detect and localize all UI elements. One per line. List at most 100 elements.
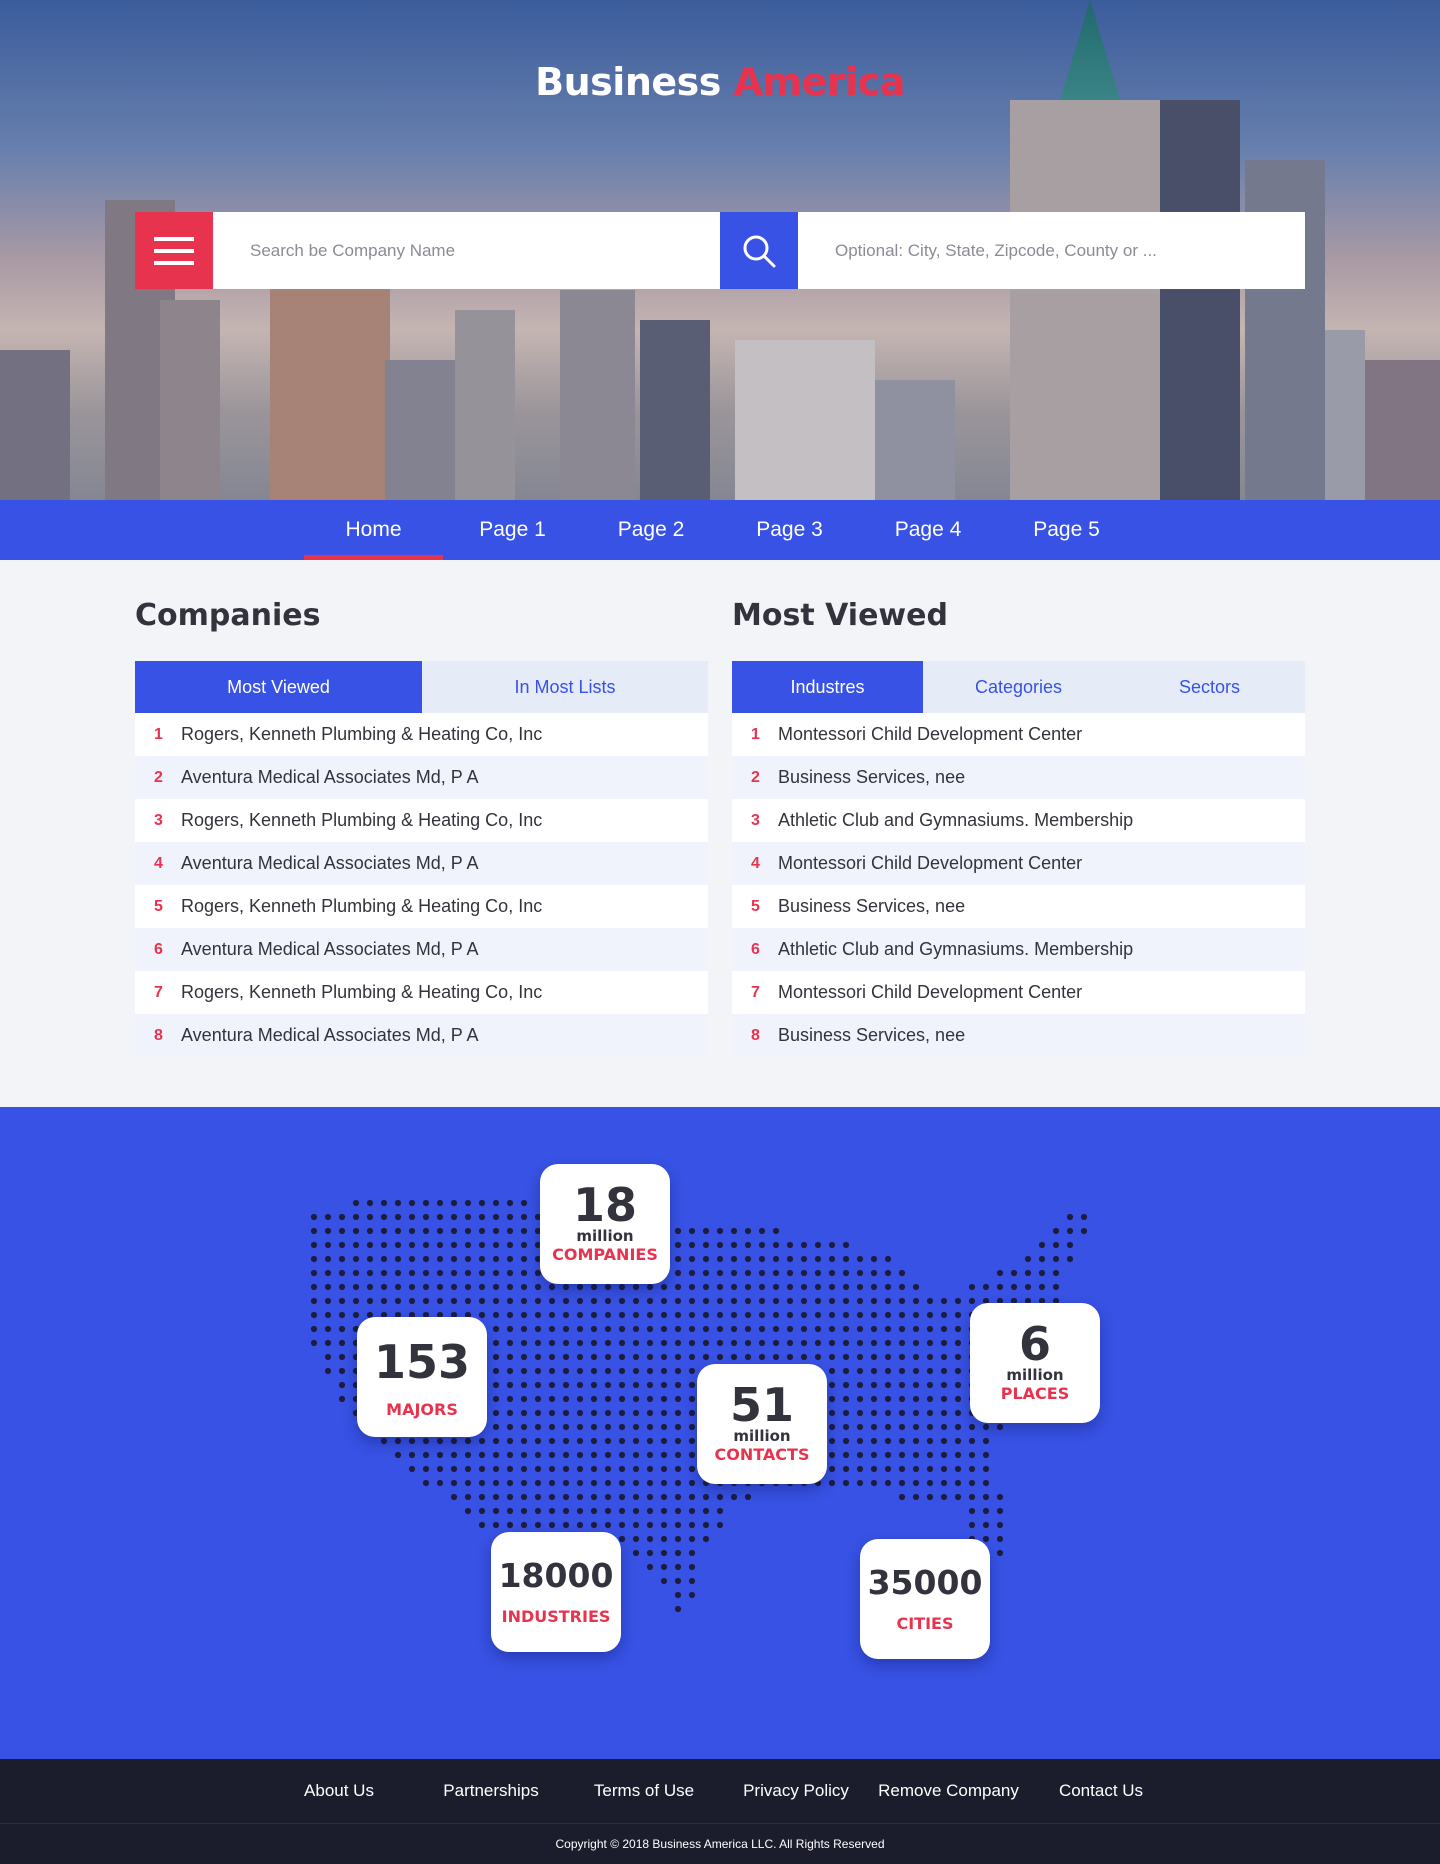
map-dot	[646, 1325, 654, 1333]
footer-link-about-us[interactable]: About Us	[283, 1759, 395, 1823]
map-dot	[870, 1255, 878, 1263]
map-dot	[912, 1451, 920, 1459]
map-dot	[926, 1339, 934, 1347]
list-item[interactable]: 6 Aventura Medical Associates Md, P A	[135, 928, 708, 971]
map-dot	[520, 1465, 528, 1473]
list-item[interactable]: 1 Montessori Child Development Center	[732, 713, 1305, 756]
map-dot	[968, 1493, 976, 1501]
tab-industres[interactable]: Industres	[732, 661, 923, 713]
map-dot	[982, 1465, 990, 1473]
map-dot	[954, 1297, 962, 1305]
map-dot	[534, 1521, 542, 1529]
map-dot	[534, 1395, 542, 1403]
company-search-input[interactable]	[213, 212, 720, 289]
list-item[interactable]: 7 Rogers, Kenneth Plumbing & Heating Co, …	[135, 971, 708, 1014]
map-dot	[534, 1423, 542, 1431]
tab-in-most-lists[interactable]: In Most Lists	[422, 661, 708, 713]
map-dot	[534, 1353, 542, 1361]
list-item[interactable]: 2 Business Services, nee	[732, 756, 1305, 799]
map-dot	[856, 1325, 864, 1333]
map-dot	[730, 1353, 738, 1361]
map-dot	[660, 1451, 668, 1459]
map-dot	[870, 1367, 878, 1375]
map-dot	[968, 1297, 976, 1305]
nav-item-page-2[interactable]: Page 2	[582, 500, 720, 560]
footer-link-partnerships[interactable]: Partnerships	[421, 1759, 561, 1823]
map-dot	[618, 1451, 626, 1459]
map-dot	[632, 1423, 640, 1431]
list-item[interactable]: 8 Aventura Medical Associates Md, P A	[135, 1014, 708, 1057]
map-dot	[576, 1353, 584, 1361]
map-dot	[842, 1437, 850, 1445]
map-dot	[968, 1437, 976, 1445]
map-dot	[436, 1255, 444, 1263]
map-dot	[478, 1479, 486, 1487]
map-dot	[380, 1269, 388, 1277]
menu-button[interactable]	[135, 212, 213, 289]
map-dot	[492, 1199, 500, 1207]
most-viewed-list: 1 Montessori Child Development Center 2 Bus…	[732, 713, 1305, 1057]
map-dot	[436, 1465, 444, 1473]
list-item-name: Rogers, Kenneth Plumbing & Heating Co, I…	[181, 810, 543, 830]
search-button[interactable]	[720, 212, 798, 289]
tab-most-viewed[interactable]: Most Viewed	[135, 661, 422, 713]
map-dot	[688, 1241, 696, 1249]
map-dot	[912, 1339, 920, 1347]
map-dot	[590, 1479, 598, 1487]
map-dot	[534, 1367, 542, 1375]
map-dot	[716, 1269, 724, 1277]
nav-item-page-5[interactable]: Page 5	[997, 500, 1136, 560]
map-dot	[856, 1465, 864, 1473]
map-dot	[408, 1255, 416, 1263]
footer-link-contact-us[interactable]: Contact Us	[1046, 1759, 1156, 1823]
map-dot	[940, 1297, 948, 1305]
map-dot	[842, 1381, 850, 1389]
map-dot	[688, 1479, 696, 1487]
map-dot	[394, 1199, 402, 1207]
list-item[interactable]: 6 Athletic Club and Gymnasiums. Membershi…	[732, 928, 1305, 971]
footer-link-remove-company[interactable]: Remove Company	[866, 1759, 1031, 1823]
nav-item-page-1[interactable]: Page 1	[443, 500, 582, 560]
map-dot	[870, 1381, 878, 1389]
list-item-name: Montessori Child Development Center	[778, 982, 1083, 1002]
map-dot	[380, 1437, 388, 1445]
map-dot	[758, 1255, 766, 1263]
map-dot	[660, 1535, 668, 1543]
map-dot	[688, 1451, 696, 1459]
tab-sectors[interactable]: Sectors	[1114, 661, 1305, 713]
nav-item-page-4[interactable]: Page 4	[859, 500, 997, 560]
nav-item-page-3[interactable]: Page 3	[720, 500, 859, 560]
map-dot	[590, 1395, 598, 1403]
list-item[interactable]: 4 Aventura Medical Associates Md, P A	[135, 842, 708, 885]
list-item[interactable]: 2 Aventura Medical Associates Md, P A	[135, 756, 708, 799]
map-dot	[772, 1353, 780, 1361]
map-dot	[590, 1465, 598, 1473]
map-dot	[520, 1311, 528, 1319]
tab-categories[interactable]: Categories	[923, 661, 1114, 713]
map-dot	[338, 1311, 346, 1319]
list-item[interactable]: 3 Rogers, Kenneth Plumbing & Heating Co, …	[135, 799, 708, 842]
map-dot	[548, 1297, 556, 1305]
map-dot	[646, 1423, 654, 1431]
list-item[interactable]: 5 Rogers, Kenneth Plumbing & Heating Co, …	[135, 885, 708, 928]
list-item[interactable]: 8 Business Services, nee	[732, 1014, 1305, 1057]
list-item[interactable]: 1 Rogers, Kenneth Plumbing & Heating Co, …	[135, 713, 708, 756]
stat-unit: million	[576, 1227, 634, 1245]
map-dot	[660, 1507, 668, 1515]
footer-link-privacy-policy[interactable]: Privacy Policy	[731, 1759, 861, 1823]
location-search-input[interactable]	[798, 212, 1305, 289]
map-dot	[884, 1465, 892, 1473]
footer-link-terms-of-use[interactable]: Terms of Use	[580, 1759, 708, 1823]
list-item[interactable]: 4 Montessori Child Development Center	[732, 842, 1305, 885]
list-item-rank: 4	[154, 854, 163, 872]
map-dot	[366, 1227, 374, 1235]
list-item[interactable]: 3 Athletic Club and Gymnasiums. Membershi…	[732, 799, 1305, 842]
list-item[interactable]: 5 Business Services, nee	[732, 885, 1305, 928]
nav-item-home[interactable]: Home	[304, 500, 443, 560]
list-item[interactable]: 7 Montessori Child Development Center	[732, 971, 1305, 1014]
map-dot	[716, 1255, 724, 1263]
map-dot	[702, 1535, 710, 1543]
map-dot	[604, 1283, 612, 1291]
site-logo[interactable]: Business America	[0, 60, 1440, 104]
map-dot	[520, 1381, 528, 1389]
